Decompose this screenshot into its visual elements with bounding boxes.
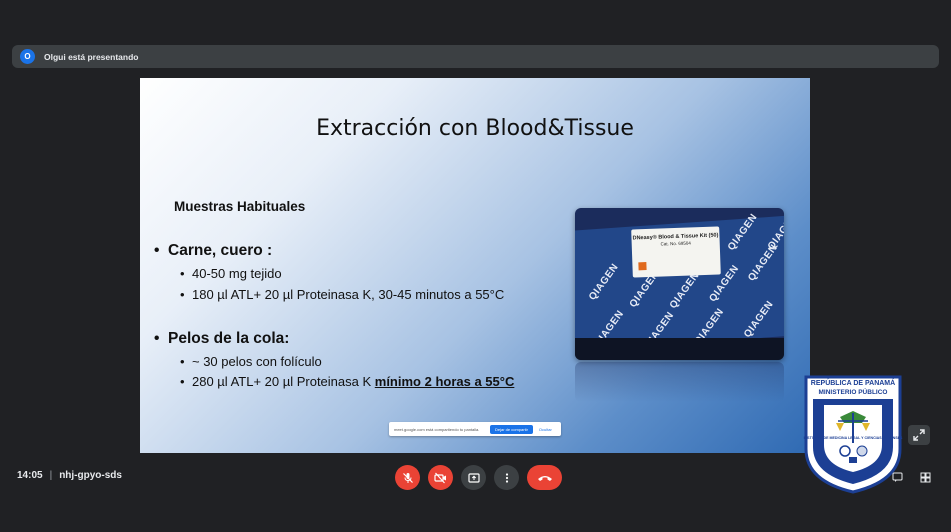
presenter-avatar: O	[20, 49, 35, 64]
photo-reflection	[575, 362, 784, 402]
more-options-button[interactable]	[494, 465, 519, 490]
presenting-banner: O Olgui está presentando	[12, 45, 939, 68]
current-time: 14:05	[17, 470, 43, 481]
sub-bullet: • 180 µl ATL+ 20 µl Proteinasa K, 30-45 m…	[180, 287, 505, 302]
activities-icon[interactable]	[918, 470, 932, 484]
mic-toggle-button[interactable]	[395, 465, 420, 490]
sub-bullet: • ~ 30 pelos con folículo	[180, 354, 322, 369]
sub-bullet: • 40-50 mg tejido	[180, 266, 282, 281]
camera-off-icon	[434, 472, 446, 483]
bullet-carne-cuero: • Carne, cuero :	[154, 242, 273, 259]
slide-title: Extracción con Blood&Tissue	[316, 116, 634, 141]
meeting-code: nhj-gpyo-sds	[59, 470, 122, 481]
section-heading: Muestras Habituales	[174, 199, 306, 214]
hazard-icon	[638, 262, 647, 271]
share-notice-bar: meet.google.com está compartiendo tu pan…	[389, 422, 561, 436]
chat-icon[interactable]	[890, 470, 904, 484]
separator: |	[49, 470, 53, 481]
hangup-button[interactable]	[527, 465, 562, 490]
hangup-icon	[537, 475, 552, 481]
hide-notice-button[interactable]: Ocultar	[539, 427, 552, 432]
expand-button[interactable]	[908, 425, 930, 445]
sub-bullet: • 280 µl ATL+ 20 µl Proteinasa K mínimo 2…	[180, 374, 515, 389]
stop-sharing-button[interactable]: Dejar de compartir	[490, 424, 533, 434]
svg-text:REPÚBLICA DE PANAMÁ: REPÚBLICA DE PANAMÁ	[811, 378, 895, 387]
kit-label: DNeasy® Blood & Tissue Kit (50) Cat. No.…	[631, 226, 721, 278]
camera-toggle-button[interactable]	[428, 465, 453, 490]
shared-slide: Extracción con Blood&Tissue Muestras Hab…	[140, 78, 810, 453]
bullet-pelos-cola: • Pelos de la cola:	[154, 330, 290, 347]
meeting-info: 14:05 | nhj-gpyo-sds	[17, 470, 122, 481]
mic-off-icon	[402, 472, 413, 483]
expand-icon	[913, 429, 925, 441]
present-screen-icon	[467, 472, 480, 483]
present-screen-button[interactable]	[461, 465, 486, 490]
svg-text:MINISTERIO PÚBLICO: MINISTERIO PÚBLICO	[819, 387, 888, 396]
emphasis-text: mínimo 2 horas a 55°C	[374, 374, 515, 389]
share-notice-message: meet.google.com está compartiendo tu pan…	[394, 426, 480, 432]
call-controls	[395, 465, 562, 490]
presenting-text: Olgui está presentando	[44, 51, 139, 62]
kit-photo: QIAGEN QIAGEN QIAGEN QIAGEN QIAGEN QIAGE…	[575, 208, 784, 360]
more-options-icon	[505, 472, 508, 483]
